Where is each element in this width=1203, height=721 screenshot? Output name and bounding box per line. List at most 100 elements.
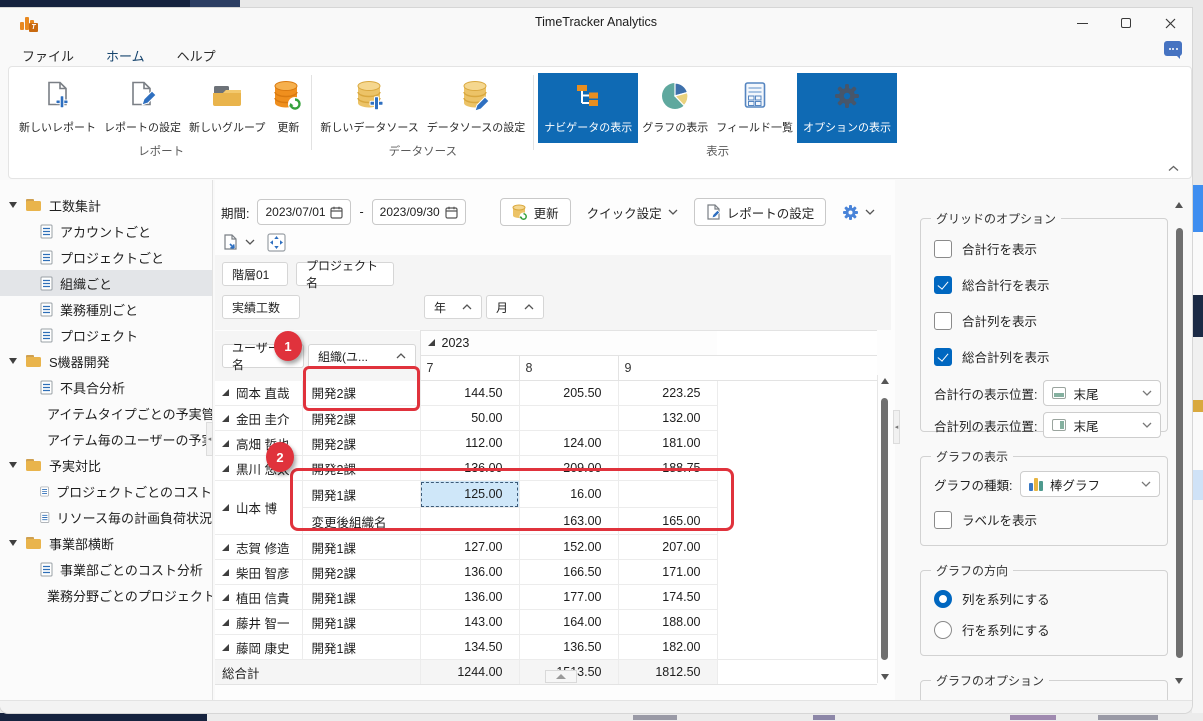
date-to-input[interactable]: 2023/09/30 [372,199,466,225]
value-cell[interactable]: 166.50 [519,560,618,585]
value-cell[interactable]: 127.00 [420,535,519,560]
tree-item-deptcost[interactable]: 事業部ごとのコスト分析 [0,556,212,582]
filter-chip-project-name[interactable]: プロジェクト名 [296,262,394,286]
checkbox-icon[interactable] [934,240,952,258]
title-bar[interactable]: T TimeTracker Analytics [0,8,1192,38]
month-header-9[interactable]: 9 [618,356,717,381]
value-cell[interactable]: 144.50 [420,381,519,406]
value-cell[interactable] [618,481,717,508]
show-chart-button[interactable]: グラフの表示 [638,73,712,143]
month-header-8[interactable]: 8 [519,356,618,381]
date-from-input[interactable]: 2023/07/01 [257,199,351,225]
maximize-button[interactable] [1104,8,1148,38]
checkbox-icon[interactable] [934,511,952,529]
column-chip-year[interactable]: 年 [424,295,482,319]
tree-item-account[interactable]: アカウントごと [0,218,212,244]
user-cell[interactable]: 志賀 修造 [222,538,302,557]
checkbox-grand-total-col[interactable]: 総合計列を表示 [921,347,1167,366]
tree-expander-icon[interactable] [9,358,17,364]
value-cell[interactable]: 136.50 [519,635,618,660]
user-cell[interactable]: 柴田 智彦 [222,563,302,582]
feedback-icon[interactable] [1164,41,1182,56]
row-header-chip-user[interactable]: ユーザー名 [222,344,304,368]
org-cell[interactable]: 開発2課 [302,560,420,585]
chart-pane-expander[interactable] [545,670,577,683]
value-cell[interactable]: 163.00 [519,508,618,535]
tree-expander-icon[interactable] [9,462,17,468]
org-cell[interactable]: 開発2課 [302,431,420,456]
ribbon-collapse-button[interactable] [1168,165,1179,172]
scrollbar-thumb[interactable] [1176,228,1183,658]
value-cell[interactable]: 177.00 [519,585,618,610]
value-cell[interactable]: 181.00 [618,431,717,456]
export-button[interactable] [221,228,257,256]
tree-item-itemtype[interactable]: アイテムタイプごとの予実管理 [0,400,212,426]
value-cell[interactable]: 124.00 [519,431,618,456]
value-cell[interactable]: 164.00 [519,610,618,635]
scroll-down-icon[interactable] [1175,678,1183,684]
ribbon-refresh-button[interactable]: 更新 [269,73,307,143]
value-cell[interactable]: 112.00 [420,431,519,456]
value-cell[interactable]: 136.00 [420,560,519,585]
show-options-button[interactable]: オプションの表示 [797,73,897,143]
chart-type-select[interactable]: 棒グラフ [1020,471,1160,497]
user-cell[interactable]: 山本 博 [222,498,302,517]
sidebar-collapse-handle[interactable]: ◂ [206,422,213,456]
org-cell[interactable]: 開発2課 [302,456,420,481]
menu-help[interactable]: ヘルプ [175,42,218,69]
value-cell[interactable]: 132.00 [618,406,717,431]
value-cell[interactable] [519,406,618,431]
field-list-button[interactable]: フィールド一覧 [712,73,797,143]
grid-vertical-scrollbar[interactable] [877,375,891,683]
checkbox-grand-total-row[interactable]: 総合計行を表示 [921,275,1167,294]
scroll-down-icon[interactable] [881,674,889,680]
org-cell[interactable]: 開発1課 [302,585,420,610]
value-cell[interactable]: 136.00 [420,456,519,481]
radio-icon[interactable] [934,621,952,639]
month-header-7[interactable]: 7 [420,356,519,381]
filter-chip-hierarchy[interactable]: 階層01 [222,262,288,286]
show-navigator-button[interactable]: ナビゲータの表示 [538,73,638,143]
total-col-position-select[interactable]: 末尾 [1043,412,1161,438]
checkbox-show-labels[interactable]: ラベルを表示 [921,510,1167,529]
value-cell[interactable]: 209.00 [519,456,618,481]
measure-chip-actual-hours[interactable]: 実績工数 [222,295,300,319]
value-cell[interactable]: 174.50 [618,585,717,610]
user-cell[interactable]: 植田 信貴 [222,588,302,607]
tree-expander-icon[interactable] [9,540,17,546]
user-cell[interactable]: 金田 圭介 [222,409,302,428]
org-cell[interactable]: 開発1課 [302,610,420,635]
user-cell[interactable]: 岡本 直哉 [222,383,302,402]
value-cell[interactable]: 143.00 [420,610,519,635]
org-cell[interactable]: 開発1課 [302,635,420,660]
org-cell[interactable]: 開発2課 [302,381,420,406]
tree-expander-icon[interactable] [9,202,17,208]
checkbox-checked-icon[interactable] [934,276,952,294]
value-cell[interactable]: 152.00 [519,535,618,560]
close-button[interactable] [1148,8,1192,38]
tree-item-resourceload[interactable]: リソース毎の計画負荷状況 [0,504,212,530]
value-cell[interactable]: 165.00 [618,508,717,535]
checkbox-total-col[interactable]: 合計列を表示 [921,311,1167,330]
view-settings-gear-button[interactable] [834,198,883,226]
report-settings-toolbar-button[interactable]: レポートの設定 [694,198,827,226]
total-row-position-select[interactable]: 末尾 [1043,380,1161,406]
value-cell[interactable]: 205.50 [519,381,618,406]
year-group-header[interactable]: 2023 [420,331,717,356]
value-cell[interactable]: 223.25 [618,381,717,406]
org-cell[interactable]: 開発1課 [302,535,420,560]
tree-item-organization[interactable]: 組織ごと [0,270,212,296]
datasource-settings-button[interactable]: データソースの設定 [423,73,529,143]
radio-columns-as-series[interactable]: 列を系列にする [921,589,1167,608]
tree-item-worktype[interactable]: 業務種別ごと [0,296,212,322]
user-cell[interactable]: 藤井 智一 [222,613,302,632]
user-cell[interactable]: 高畑 哲也 [222,434,302,453]
org-cell[interactable]: 開発1課 [302,481,420,508]
new-group-button[interactable]: 新しいグループ [185,73,269,143]
quick-settings-button[interactable]: クイック設定 [579,198,686,226]
column-chip-month[interactable]: 月 [486,295,544,319]
value-cell[interactable] [420,508,519,535]
user-cell[interactable]: 藤岡 康史 [222,638,302,657]
tree-item-project[interactable]: プロジェクト [0,322,212,348]
new-datasource-button[interactable]: 新しいデータソース [316,73,422,143]
